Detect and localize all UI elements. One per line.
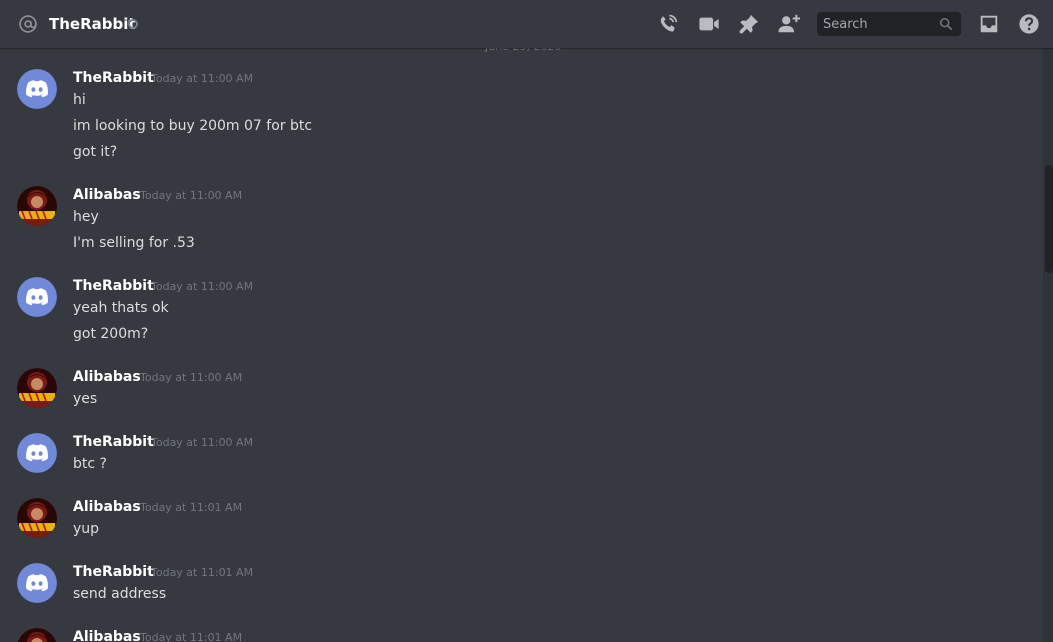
user-avatar[interactable] (17, 69, 57, 109)
search-icon[interactable] (939, 17, 953, 31)
message-list: TheRabbit Today at 11:00 AM hi im lookin… (0, 48, 1040, 642)
scrollbar-thumb[interactable] (1045, 165, 1053, 273)
at-icon (19, 15, 37, 33)
status-offline-icon (128, 19, 138, 29)
message-text: got it? (73, 144, 118, 160)
message-author[interactable]: TheRabbit (73, 432, 154, 452)
alibabas-avatar-icon (17, 186, 57, 226)
search-bar[interactable] (817, 12, 961, 36)
message-author[interactable]: TheRabbit (73, 562, 154, 582)
message-text: hey (73, 209, 99, 225)
message-timestamp: Today at 11:00 AM (140, 189, 243, 202)
message-text: got 200m? (73, 326, 149, 342)
message-author[interactable]: Alibabas (73, 497, 141, 517)
message-text: im looking to buy 200m 07 for btc (73, 118, 313, 134)
message-timestamp: Today at 11:00 AM (140, 371, 243, 384)
message-text: I'm selling for .53 (73, 235, 195, 251)
message-author[interactable]: TheRabbit (73, 68, 154, 88)
search-input[interactable] (823, 12, 933, 36)
user-avatar[interactable] (17, 433, 57, 473)
pin-icon[interactable] (738, 13, 760, 35)
message-text: yeah thats ok (73, 300, 169, 316)
inbox-icon[interactable] (978, 13, 1000, 35)
alibabas-avatar-icon (17, 368, 57, 408)
discord-logo-icon (17, 69, 57, 109)
discord-logo-icon (17, 433, 57, 473)
help-icon[interactable] (1018, 13, 1040, 35)
user-avatar[interactable] (17, 186, 57, 226)
discord-logo-icon (17, 277, 57, 317)
message-author[interactable]: Alibabas (73, 185, 141, 205)
alibabas-avatar-icon (17, 498, 57, 538)
message-text: yes (73, 391, 98, 407)
message-text: btc ? (73, 456, 107, 472)
message-timestamp: Today at 11:01 AM (140, 501, 243, 514)
user-avatar[interactable] (17, 628, 57, 642)
message-author[interactable]: TheRabbit (73, 276, 154, 296)
user-avatar[interactable] (17, 277, 57, 317)
message-text: hi (73, 92, 86, 108)
channel-title: TheRabbit (49, 15, 136, 33)
user-avatar[interactable] (17, 498, 57, 538)
message-timestamp: Today at 11:00 AM (151, 436, 254, 449)
scrollbar-track[interactable] (1043, 48, 1053, 642)
message-timestamp: Today at 11:01 AM (151, 566, 254, 579)
user-avatar[interactable] (17, 563, 57, 603)
message-timestamp: Today at 11:01 AM (140, 631, 243, 642)
call-icon[interactable] (657, 13, 679, 35)
message-author[interactable]: Alibabas (73, 627, 141, 642)
channel-header: TheRabbit (0, 0, 1053, 48)
message-timestamp: Today at 11:00 AM (151, 72, 254, 85)
discord-logo-icon (17, 563, 57, 603)
message-text: send address (73, 586, 167, 602)
alibabas-avatar-icon (17, 628, 57, 642)
message-text: yup (73, 521, 100, 537)
video-icon[interactable] (698, 13, 720, 35)
add-friend-icon[interactable] (778, 13, 800, 35)
message-author[interactable]: Alibabas (73, 367, 141, 387)
message-timestamp: Today at 11:00 AM (151, 280, 254, 293)
user-avatar[interactable] (17, 368, 57, 408)
